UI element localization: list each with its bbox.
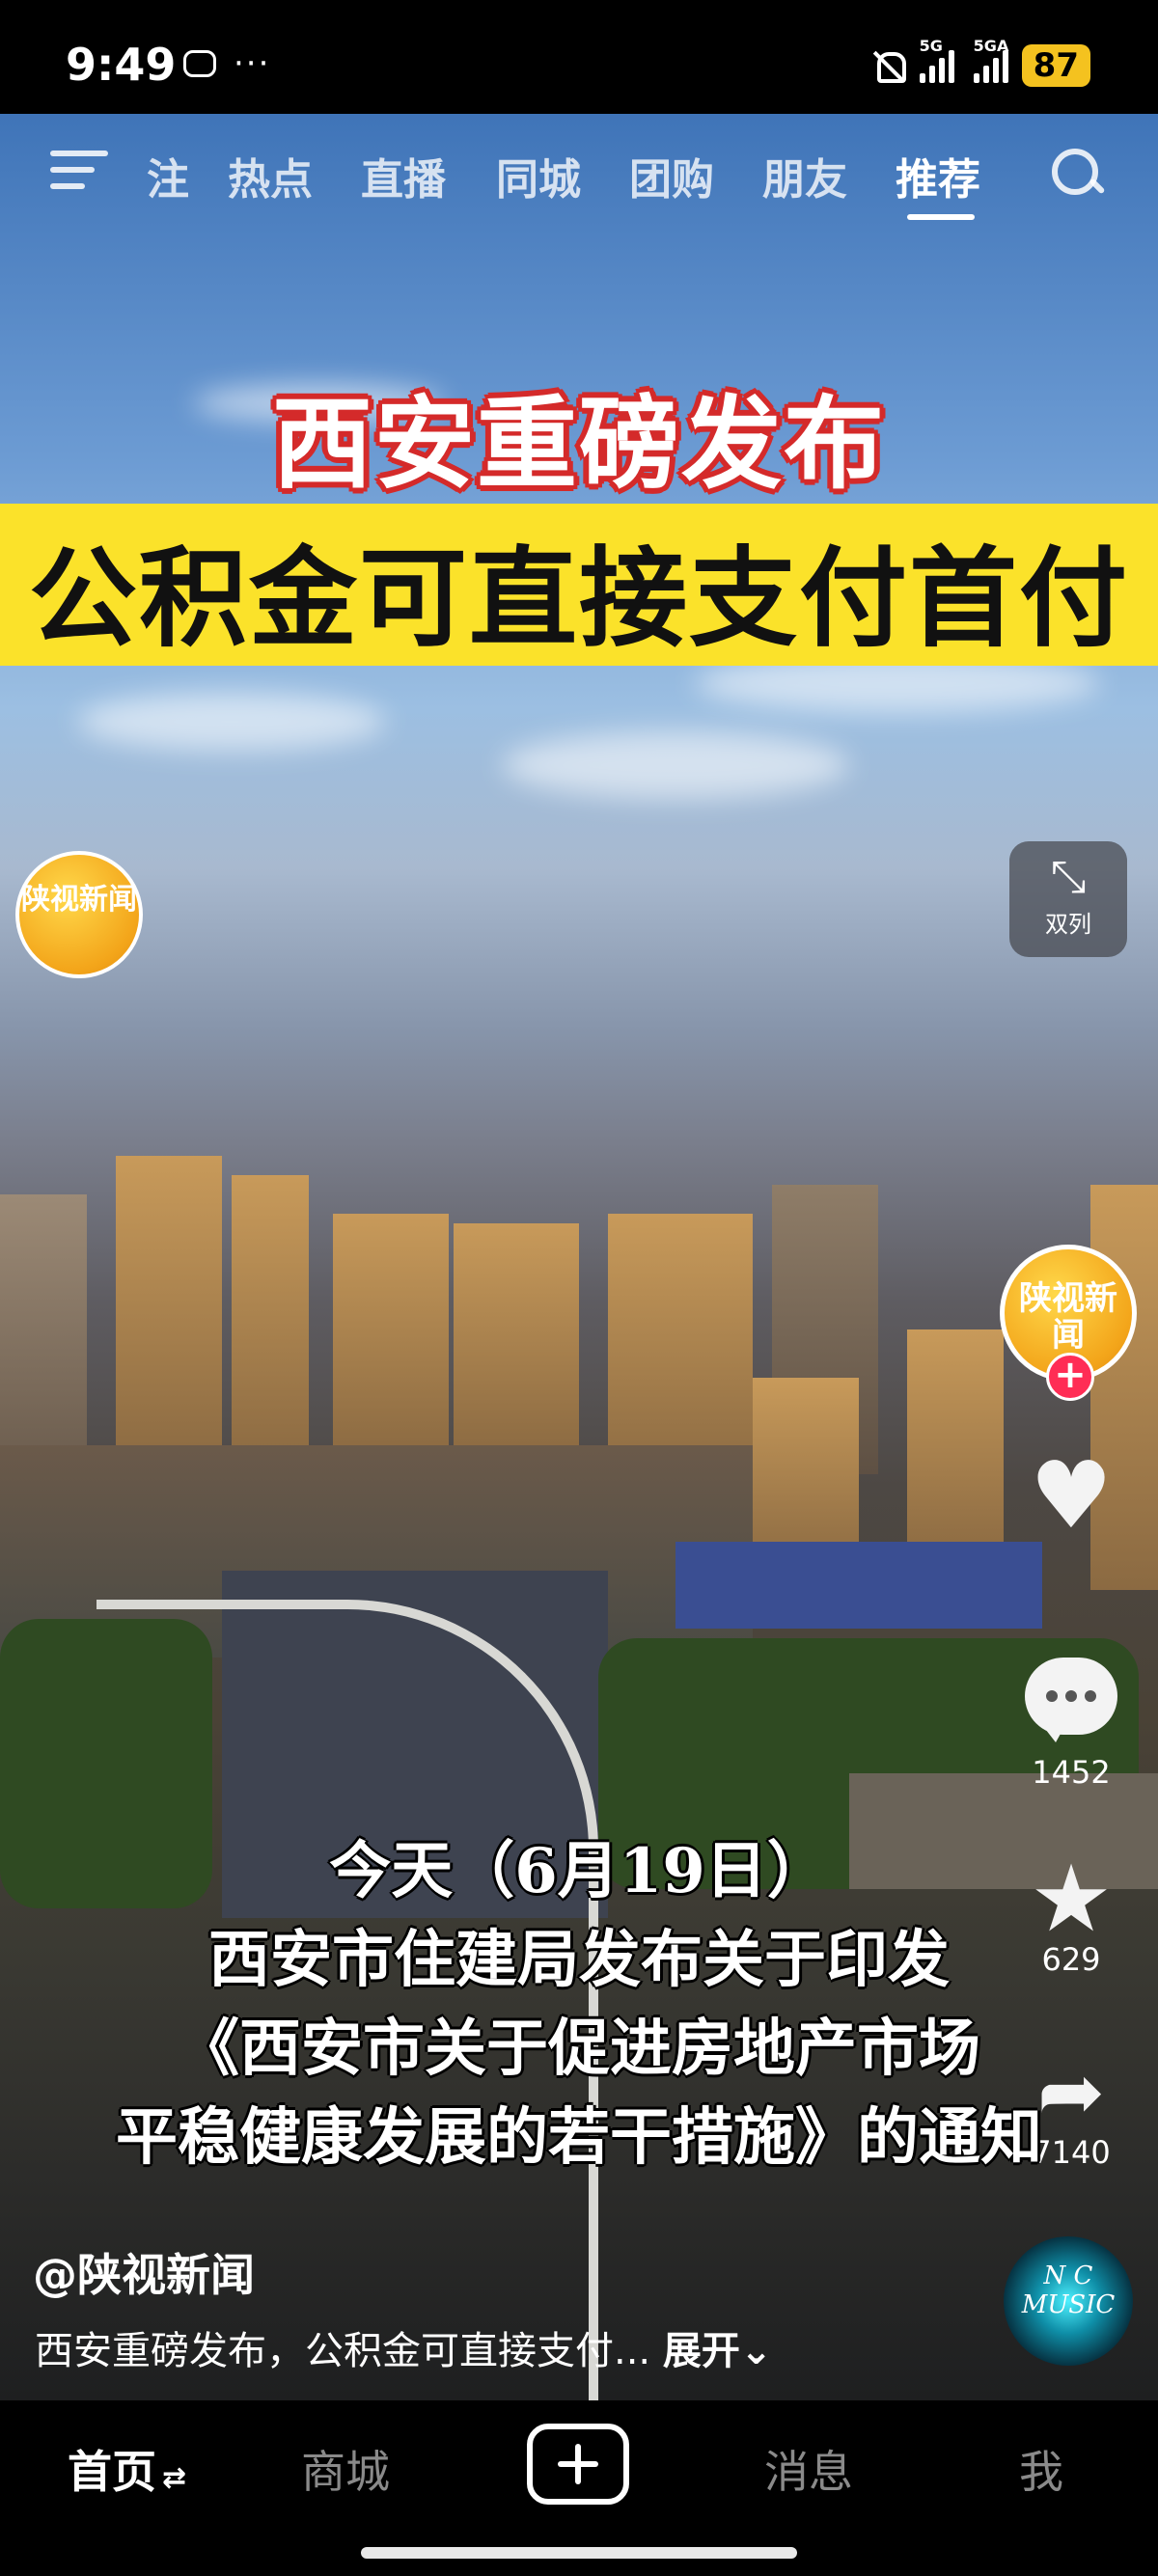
subtitle-line-2: 西安市住建局发布关于印发 [208, 1924, 950, 1996]
top-tab-bar: 注 热点 直播 同城 团购 朋友 推荐 [0, 135, 1158, 220]
status-bar: 9:49 ··· 5G 5GA 87 [0, 0, 1158, 114]
headline-title: 西安重磅发布 [271, 385, 886, 503]
nav-home-label: 首页 [68, 2446, 156, 2498]
tab-hot[interactable]: 热点 [228, 145, 313, 206]
author-name[interactable]: @陕视新闻 [33, 2240, 255, 2304]
subtitle-line-4: 平稳健康发展的若干措施》的通知 [116, 2101, 1042, 2174]
source-logo: 陕视新闻 [15, 851, 143, 978]
building [0, 1194, 87, 1455]
building [608, 1214, 753, 1484]
bottom-nav: 首页 ⇄ 商城 消息 我 [0, 2400, 1158, 2576]
expand-label: 展开 [662, 2329, 740, 2373]
status-time: 9:49 [66, 39, 177, 91]
mute-icon [871, 48, 906, 83]
swap-icon: ⇄ [162, 2461, 187, 2495]
dual-column-label: 双列 [1045, 911, 1091, 938]
signal-icon: 5G [919, 37, 954, 83]
nav-home[interactable]: 首页 ⇄ [68, 2437, 186, 2501]
cloud-shape [502, 731, 849, 799]
tab-local[interactable]: 同城 [496, 145, 581, 206]
building [454, 1223, 579, 1455]
tab-live[interactable]: 直播 [361, 145, 446, 206]
cloud-shape [77, 693, 386, 751]
nav-mall[interactable]: 商城 [301, 2437, 390, 2501]
heart-icon: ♥ [1029, 1441, 1114, 1549]
music-disc[interactable]: N C MUSIC [1004, 2236, 1133, 2366]
tab-recommend[interactable]: 推荐 [896, 145, 980, 206]
building [333, 1214, 449, 1455]
nav-messages[interactable]: 消息 [764, 2437, 853, 2501]
tab-groupbuy[interactable]: 团购 [629, 145, 714, 206]
subtitle-line-1: 今天（6月19日） [329, 1835, 829, 1907]
home-indicator [361, 2547, 797, 2559]
more-notifications: ··· [234, 44, 271, 83]
search-icon[interactable] [1052, 149, 1104, 201]
like-button[interactable]: ♥ [1013, 1447, 1129, 1544]
caption-text: 西安重磅发布，公积金可直接支付... [35, 2329, 651, 2373]
stadium [676, 1542, 1042, 1629]
subtitle-line-3: 《西安市关于促进房地产市场 [178, 2013, 980, 2085]
comment-count: 1452 [1032, 1754, 1111, 1791]
chevron-down-icon: ⌄ [739, 2329, 773, 2373]
dual-column-button[interactable]: ⤡ 双列 [1009, 841, 1127, 957]
post-caption[interactable]: 西安重磅发布，公积金可直接支付... 展开⌄ [35, 2319, 772, 2375]
building [907, 1329, 1004, 1561]
follow-button[interactable]: + [1046, 1353, 1094, 1401]
collapse-icon: ⤡ [1050, 850, 1087, 902]
create-post-button[interactable] [527, 2424, 629, 2505]
nav-me[interactable]: 我 [1019, 2437, 1063, 2501]
tab-follow[interactable]: 注 [147, 145, 189, 206]
tab-friends[interactable]: 朋友 [762, 145, 847, 206]
signal-icon-2: 5GA [973, 37, 1008, 83]
active-tab-indicator [907, 214, 975, 220]
expand-button[interactable]: 展开⌄ [663, 2329, 773, 2373]
battery-indicator: 87 [1021, 44, 1090, 87]
headline-subtitle: 公积金可直接支付首付 [29, 536, 1129, 662]
building [116, 1156, 222, 1465]
signal-label-2: 5GA [973, 37, 1009, 55]
menu-icon[interactable] [50, 151, 108, 199]
signal-label: 5G [919, 37, 943, 55]
building [232, 1175, 309, 1465]
cloud-icon [183, 50, 216, 77]
comment-button[interactable]: 1452 [1013, 1658, 1129, 1791]
comment-icon [1025, 1658, 1117, 1742]
